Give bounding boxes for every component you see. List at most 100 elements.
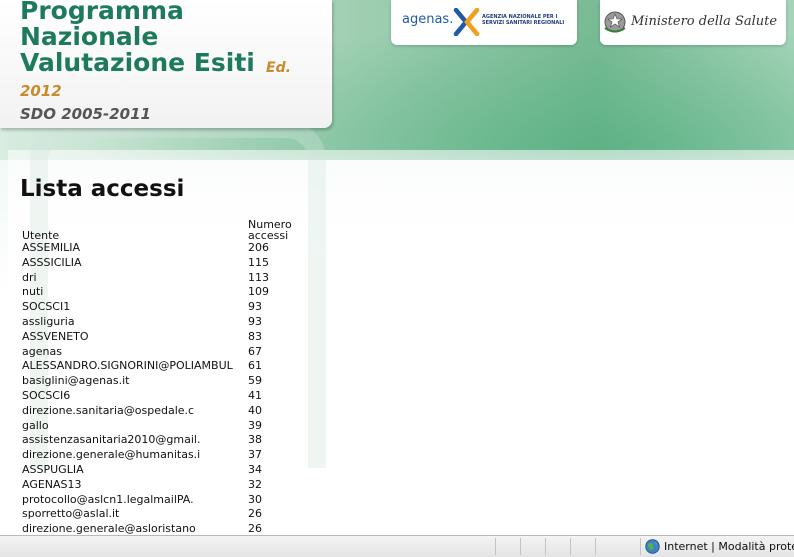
- row-user: SOCSCI6: [22, 389, 248, 404]
- table-row: sporretto@aslal.it 26: [22, 507, 308, 522]
- program-title-card: Programma Nazionale Valutazione Esiti Ed…: [0, 0, 332, 128]
- program-title-line-2: Nazionale: [20, 22, 159, 51]
- row-user-text: nuti: [22, 285, 44, 299]
- row-user: gallo: [22, 419, 248, 434]
- program-title-line-1: Programma: [20, 0, 184, 25]
- agenas-x-icon: [453, 8, 480, 36]
- table-row: ASSEMILIA 206: [22, 241, 308, 256]
- table-row: direzione.sanitaria@ospedale.c 40: [22, 404, 308, 419]
- row-user-text: gallo: [22, 418, 49, 432]
- page-title: Lista accessi: [20, 176, 185, 202]
- row-access-count: 109: [248, 285, 269, 299]
- column-header-access-count: Numero accessi: [248, 215, 308, 241]
- ministero-logo-link[interactable]: Ministero della Salute: [600, 0, 786, 45]
- table-row: ALESSANDRO.SIGNORINI@POLIAMBUL 61: [22, 359, 308, 374]
- row-user-text: ASSSICILIA: [22, 255, 82, 269]
- row-user-text: ASSPUGLIA: [22, 462, 84, 476]
- status-bar-divider: [570, 538, 571, 555]
- access-list-table: Utente Numero accessi ASSEMILIA 206 ASSSIC…: [22, 215, 308, 537]
- row-user-text: assliguria: [22, 314, 75, 328]
- table-row: SOCSCI1 93: [22, 300, 308, 315]
- row-user: ASSPUGLIA: [22, 463, 248, 478]
- row-access-count: 39: [248, 418, 262, 432]
- table-row: ASSPUGLIA 34: [22, 463, 308, 478]
- row-user: agenas: [22, 345, 248, 360]
- row-access-count: 59: [248, 374, 262, 388]
- row-user: protocollo@aslcn1.legalmailPA.: [22, 493, 248, 508]
- ministero-wordmark: Ministero della Salute: [631, 14, 778, 29]
- italian-emblem-icon: [604, 11, 626, 33]
- table-row: basiglini@agenas.it 59: [22, 374, 308, 389]
- row-user: basiglini@agenas.it: [22, 374, 248, 389]
- globe-icon[interactable]: [645, 539, 660, 554]
- table-row: ASSSICILIA 115: [22, 256, 308, 271]
- row-user: nuti: [22, 285, 248, 300]
- row-access-count: 83: [248, 329, 262, 343]
- table-row: assistenzasanitaria2010@gmail. 38: [22, 433, 308, 448]
- row-user-text: sporretto@aslal.it: [22, 507, 120, 521]
- row-access-count: 40: [248, 403, 262, 417]
- row-user-text: ASSVENETO: [22, 329, 89, 343]
- row-access-count: 32: [248, 477, 262, 491]
- status-bar-divider: [545, 538, 546, 555]
- agenas-wordmark: agenas.: [402, 12, 454, 27]
- row-access-count: 206: [248, 241, 269, 254]
- agenas-tagline: AGENZIA NAZIONALE PER I SERVIZI SANITARI…: [482, 14, 565, 26]
- table-row: assliguria 93: [22, 315, 308, 330]
- row-access-count: 113: [248, 270, 269, 284]
- row-access-count: 93: [248, 314, 262, 328]
- row-access-count: 61: [248, 359, 262, 373]
- row-access-count: 26: [248, 507, 262, 521]
- agenas-logo-link[interactable]: agenas. AGENZIA NAZIONALE PER I SERVIZI …: [391, 0, 577, 45]
- row-user-text: assistenzasanitaria2010@gmail.: [22, 433, 201, 447]
- column-header-access-count-text: Numero accessi: [248, 218, 292, 242]
- column-header-user: Utente: [22, 229, 60, 241]
- row-user-text: ALESSANDRO.SIGNORINI@POLIAMBUL: [22, 359, 233, 373]
- row-access-count: 41: [248, 388, 262, 402]
- row-access-count: 67: [248, 344, 262, 358]
- row-user: direzione.sanitaria@ospedale.c: [22, 404, 248, 419]
- row-user-text: dri: [22, 270, 37, 284]
- table-row: dri 113: [22, 271, 308, 286]
- row-user: direzione.generale@humanitas.i: [22, 448, 248, 463]
- row-user: ASSVENETO: [22, 330, 248, 345]
- security-zone-text[interactable]: Internet | Modalità prote: [664, 540, 794, 553]
- row-access-count: 37: [248, 448, 262, 462]
- row-user-text: ASSEMILIA: [22, 241, 81, 254]
- row-user-text: SOCSCI1: [22, 300, 71, 314]
- row-user: dri: [22, 271, 248, 286]
- row-user-text: direzione.generale@humanitas.i: [22, 448, 201, 462]
- row-access-count: 34: [248, 462, 262, 476]
- table-row: direzione.generale@humanitas.i 37: [22, 448, 308, 463]
- row-user-text: protocollo@aslcn1.legalmailPA.: [22, 492, 194, 506]
- row-user: ASSEMILIA: [22, 241, 248, 256]
- table-row: agenas 67: [22, 345, 308, 360]
- status-bar-divider: [520, 538, 521, 555]
- edition-year: 2012: [20, 82, 62, 100]
- table-row: gallo 39: [22, 419, 308, 434]
- row-user-text: AGENAS13: [22, 477, 82, 491]
- status-bar-divider: [640, 538, 641, 555]
- table-header-row: Utente Numero accessi: [22, 215, 308, 241]
- status-bar-divider: [595, 538, 596, 555]
- row-user: SOCSCI1: [22, 300, 248, 315]
- row-user-text: agenas: [22, 344, 62, 358]
- data-period: SDO 2005-2011: [20, 105, 151, 123]
- row-access-count: 30: [248, 492, 262, 506]
- table-row: protocollo@aslcn1.legalmailPA. 30: [22, 493, 308, 508]
- edition-label: Ed.: [266, 60, 291, 76]
- table-row: AGENAS13 32: [22, 478, 308, 493]
- row-access-count: 38: [248, 433, 262, 447]
- row-user: ASSSICILIA: [22, 256, 248, 271]
- table-row: nuti 109: [22, 285, 308, 300]
- table-row: SOCSCI6 41: [22, 389, 308, 404]
- row-user: assistenzasanitaria2010@gmail.: [22, 433, 248, 448]
- row-user: ALESSANDRO.SIGNORINI@POLIAMBUL: [22, 359, 248, 374]
- row-user: assliguria: [22, 315, 248, 330]
- table-row: ASSVENETO 83: [22, 330, 308, 345]
- status-bar-divider: [495, 538, 496, 555]
- program-title: Programma Nazionale Valutazione Esiti: [20, 0, 255, 76]
- table-body: ASSEMILIA 206 ASSSICILIA 115 dri 113 nuti 109 SO…: [22, 241, 308, 537]
- row-user: AGENAS13: [22, 478, 248, 493]
- row-user-text: SOCSCI6: [22, 388, 71, 402]
